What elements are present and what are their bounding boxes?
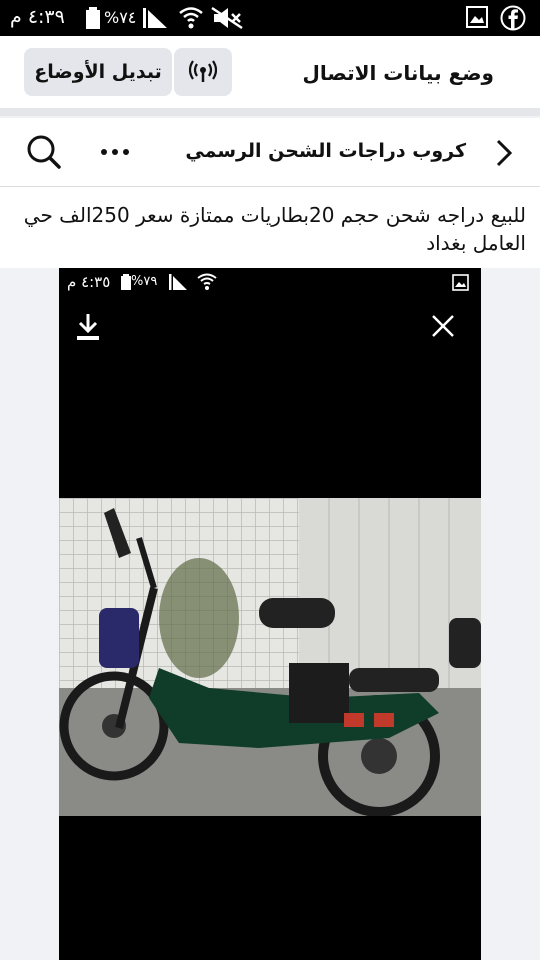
rear-seat bbox=[349, 668, 439, 692]
battery-percent: %٧٤ bbox=[104, 8, 137, 27]
mute-icon bbox=[211, 6, 243, 30]
signal-icon bbox=[169, 274, 187, 290]
toggle-modes-button[interactable]: تبديل الأوضاع bbox=[24, 48, 172, 96]
backrest bbox=[449, 618, 481, 668]
battery-box bbox=[289, 663, 349, 723]
battery-icon bbox=[121, 274, 131, 290]
chevron-right-icon[interactable] bbox=[494, 138, 514, 168]
photo-battery-percent: %٧٩ bbox=[131, 274, 158, 289]
signal-icon bbox=[143, 8, 167, 28]
front-seat bbox=[259, 598, 335, 628]
gallery-icon bbox=[452, 274, 469, 291]
wifi-icon bbox=[197, 273, 217, 290]
status-bar: ٤:٣٩ م %٧٤ bbox=[0, 0, 540, 36]
data-mode-signal-button[interactable] bbox=[174, 48, 232, 96]
status-time: ٤:٣٩ م bbox=[10, 6, 65, 28]
group-title[interactable]: كروب دراجات الشحن الرسمي bbox=[185, 140, 466, 162]
more-icon[interactable] bbox=[100, 148, 130, 156]
post-photo[interactable]: ٤:٣٥ م %٧٩ bbox=[59, 268, 481, 960]
search-icon[interactable] bbox=[26, 134, 62, 170]
front-basket bbox=[99, 608, 139, 668]
facebook-icon bbox=[500, 5, 526, 31]
photo-status-time: ٤:٣٥ م bbox=[67, 273, 111, 291]
photo-status-bar: ٤:٣٥ م %٧٩ bbox=[59, 268, 481, 298]
broadcast-icon bbox=[189, 60, 217, 82]
plant bbox=[159, 558, 239, 678]
data-mode-title: وضع بيانات الاتصال bbox=[302, 61, 494, 85]
download-icon[interactable] bbox=[75, 312, 101, 342]
gallery-icon bbox=[466, 6, 488, 28]
group-header: كروب دراجات الشحن الرسمي bbox=[0, 118, 540, 187]
post-text: للبيع دراجه شحن حجم 20بطاريات ممتازة سعر… bbox=[23, 203, 526, 255]
data-mode-banner: وضع بيانات الاتصال تبديل الأوضاع bbox=[0, 36, 540, 116]
close-icon[interactable] bbox=[431, 314, 455, 338]
wifi-icon bbox=[179, 7, 203, 29]
bike-photo bbox=[59, 498, 481, 816]
battery-icon bbox=[86, 7, 100, 29]
post: للبيع دراجه شحن حجم 20بطاريات ممتازة سعر… bbox=[0, 187, 540, 268]
